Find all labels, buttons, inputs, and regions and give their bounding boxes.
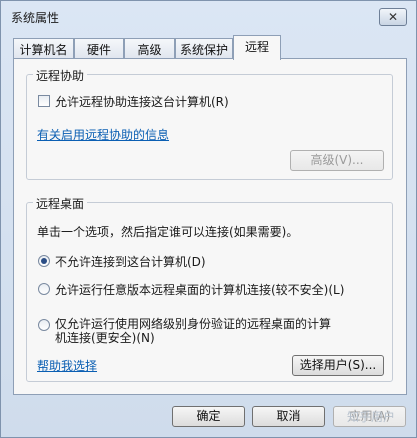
tab-bar: 计算机名 硬件 高级 系统保护 远程: [13, 35, 407, 60]
select-users-button[interactable]: 选择用户(S)...: [292, 355, 384, 376]
remote-desktop-instruction: 单击一个选项，然后指定谁可以连接(如果需要)。: [37, 225, 299, 239]
remote-assistance-info-link[interactable]: 有关启用远程协助的信息: [37, 126, 169, 143]
tab-advanced[interactable]: 高级: [124, 38, 175, 59]
remote-desktop-group: 远程桌面 单击一个选项，然后指定谁可以连接(如果需要)。 不允许连接到这台计算机…: [26, 195, 393, 382]
advanced-button[interactable]: 高级(V)...: [290, 150, 384, 171]
watermark: 知乎用户: [347, 410, 396, 424]
allow-any-version-label[interactable]: 允许运行任意版本远程桌面的计算机连接(较不安全)(L): [55, 281, 344, 298]
radio-allow-any-version[interactable]: [38, 283, 50, 295]
close-icon: ✕: [387, 10, 399, 24]
title-bar: 系统属性 ✕: [1, 1, 416, 31]
allow-remote-assistance-checkbox[interactable]: [38, 95, 50, 107]
tab-remote[interactable]: 远程: [233, 35, 281, 60]
remote-assistance-group: 远程协助 允许远程协助连接这台计算机(R) 有关启用远程协助的信息 高级(V).…: [26, 67, 393, 180]
remote-tab-panel: 远程协助 允许远程协助连接这台计算机(R) 有关启用远程协助的信息 高级(V).…: [13, 58, 407, 395]
deny-connections-label[interactable]: 不允许连接到这台计算机(D): [55, 253, 206, 270]
window-title: 系统属性: [11, 11, 60, 25]
tab-hardware[interactable]: 硬件: [74, 38, 124, 59]
remote-desktop-title: 远程桌面: [33, 195, 88, 212]
radio-allow-nla-only[interactable]: [38, 319, 50, 331]
tab-computer-name[interactable]: 计算机名: [13, 38, 74, 59]
allow-nla-only-label-line2[interactable]: 机连接(更安全)(N): [55, 329, 155, 346]
allow-remote-assistance-label[interactable]: 允许远程协助连接这台计算机(R): [55, 93, 229, 110]
tab-system-protection[interactable]: 系统保护: [175, 38, 233, 59]
system-properties-window: 系统属性 ✕ 计算机名 硬件 高级 系统保护 远程 远程协助 允许远程协助连接这…: [0, 0, 417, 438]
ok-button[interactable]: 确定: [172, 406, 245, 427]
help-me-choose-link[interactable]: 帮助我选择: [37, 357, 97, 374]
close-button[interactable]: ✕: [379, 8, 407, 26]
cancel-button[interactable]: 取消: [252, 406, 325, 427]
radio-deny-connections[interactable]: [38, 255, 50, 267]
remote-assistance-title: 远程协助: [33, 67, 88, 84]
